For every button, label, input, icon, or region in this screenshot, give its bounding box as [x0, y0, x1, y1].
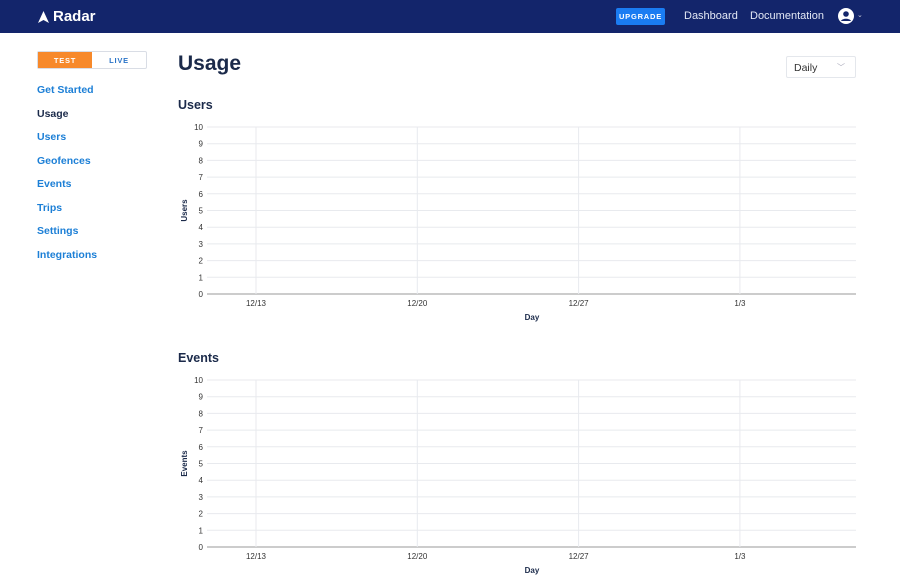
users-y-tick: 9 — [199, 140, 204, 149]
users-x-tick: 1/3 — [734, 299, 746, 308]
users-y-tick: 2 — [199, 257, 204, 266]
chevron-down-icon[interactable]: ⌄ — [857, 11, 863, 19]
interval-value: Daily — [794, 62, 818, 74]
users-y-tick: 6 — [199, 190, 204, 199]
users-x-tick: 12/27 — [569, 299, 590, 308]
user-avatar-icon[interactable] — [838, 8, 854, 24]
events-chart-title: Events — [178, 351, 219, 365]
radar-logo-icon — [38, 10, 49, 23]
users-y-tick: 8 — [199, 156, 204, 165]
users-y-tick: 10 — [194, 123, 203, 132]
events-chart: 01234567891012/13 12/20 12/27 1/3DayEvents — [180, 376, 856, 575]
events-y-axis-label: Events — [180, 450, 189, 477]
users-x-tick: 12/13 — [246, 299, 267, 308]
nav-dashboard[interactable]: Dashboard — [684, 10, 738, 22]
events-x-tick: 12/13 — [246, 552, 267, 561]
events-y-tick: 10 — [194, 376, 203, 385]
events-y-tick: 5 — [199, 460, 204, 469]
users-y-tick: 1 — [199, 273, 204, 282]
users-y-tick: 5 — [199, 207, 204, 216]
users-y-tick: 3 — [199, 240, 204, 249]
events-x-tick: 1/3 — [734, 552, 746, 561]
sidebar-item-geofences[interactable]: Geofences — [37, 155, 91, 167]
users-chart-title: Users — [178, 98, 213, 112]
events-y-tick: 2 — [199, 510, 204, 519]
top-nav: Radar UPGRADE Dashboard Documentation ⌄ — [0, 0, 900, 33]
brand-name: Radar — [53, 8, 96, 25]
users-y-axis-label: Users — [180, 199, 189, 222]
sidebar-item-settings[interactable]: Settings — [37, 225, 78, 237]
sidebar-item-get-started[interactable]: Get Started — [37, 84, 94, 96]
events-y-tick: 6 — [199, 443, 204, 452]
users-x-axis-label: Day — [525, 313, 540, 322]
sidebar-item-usage[interactable]: Usage — [37, 108, 69, 120]
sidebar-item-events[interactable]: Events — [37, 178, 71, 190]
sidebar-item-users[interactable]: Users — [37, 131, 66, 143]
users-y-tick: 4 — [199, 223, 204, 232]
brand-logo[interactable]: Radar — [38, 8, 96, 25]
toggle-live[interactable]: LIVE — [92, 52, 146, 68]
upgrade-button[interactable]: UPGRADE — [616, 8, 665, 25]
events-y-tick: 0 — [199, 543, 204, 552]
sidebar-item-trips[interactable]: Trips — [37, 202, 62, 214]
toggle-test[interactable]: TEST — [38, 52, 92, 68]
events-y-tick: 1 — [199, 526, 204, 535]
sidebar-item-integrations[interactable]: Integrations — [37, 249, 97, 261]
events-x-tick: 12/20 — [407, 552, 428, 561]
chevron-down-icon: ﹀ — [837, 63, 845, 72]
users-x-tick: 12/20 — [407, 299, 428, 308]
nav-documentation[interactable]: Documentation — [750, 10, 824, 22]
env-toggle: TEST LIVE — [37, 51, 147, 69]
events-x-tick: 12/27 — [569, 552, 590, 561]
page-title: Usage — [178, 52, 242, 75]
events-y-tick: 9 — [199, 393, 204, 402]
interval-select[interactable]: Daily ﹀ — [786, 56, 856, 78]
events-y-tick: 7 — [199, 426, 204, 435]
events-y-tick: 3 — [199, 493, 204, 502]
events-x-axis-label: Day — [525, 566, 540, 575]
users-y-tick: 7 — [199, 173, 204, 182]
users-y-tick: 0 — [199, 290, 204, 299]
users-chart: 0 1 2 3 4 5 6 7 8 9 10 12/13 12/20 12/27 1/3 Day Users — [180, 123, 856, 322]
events-y-tick: 8 — [199, 409, 204, 418]
